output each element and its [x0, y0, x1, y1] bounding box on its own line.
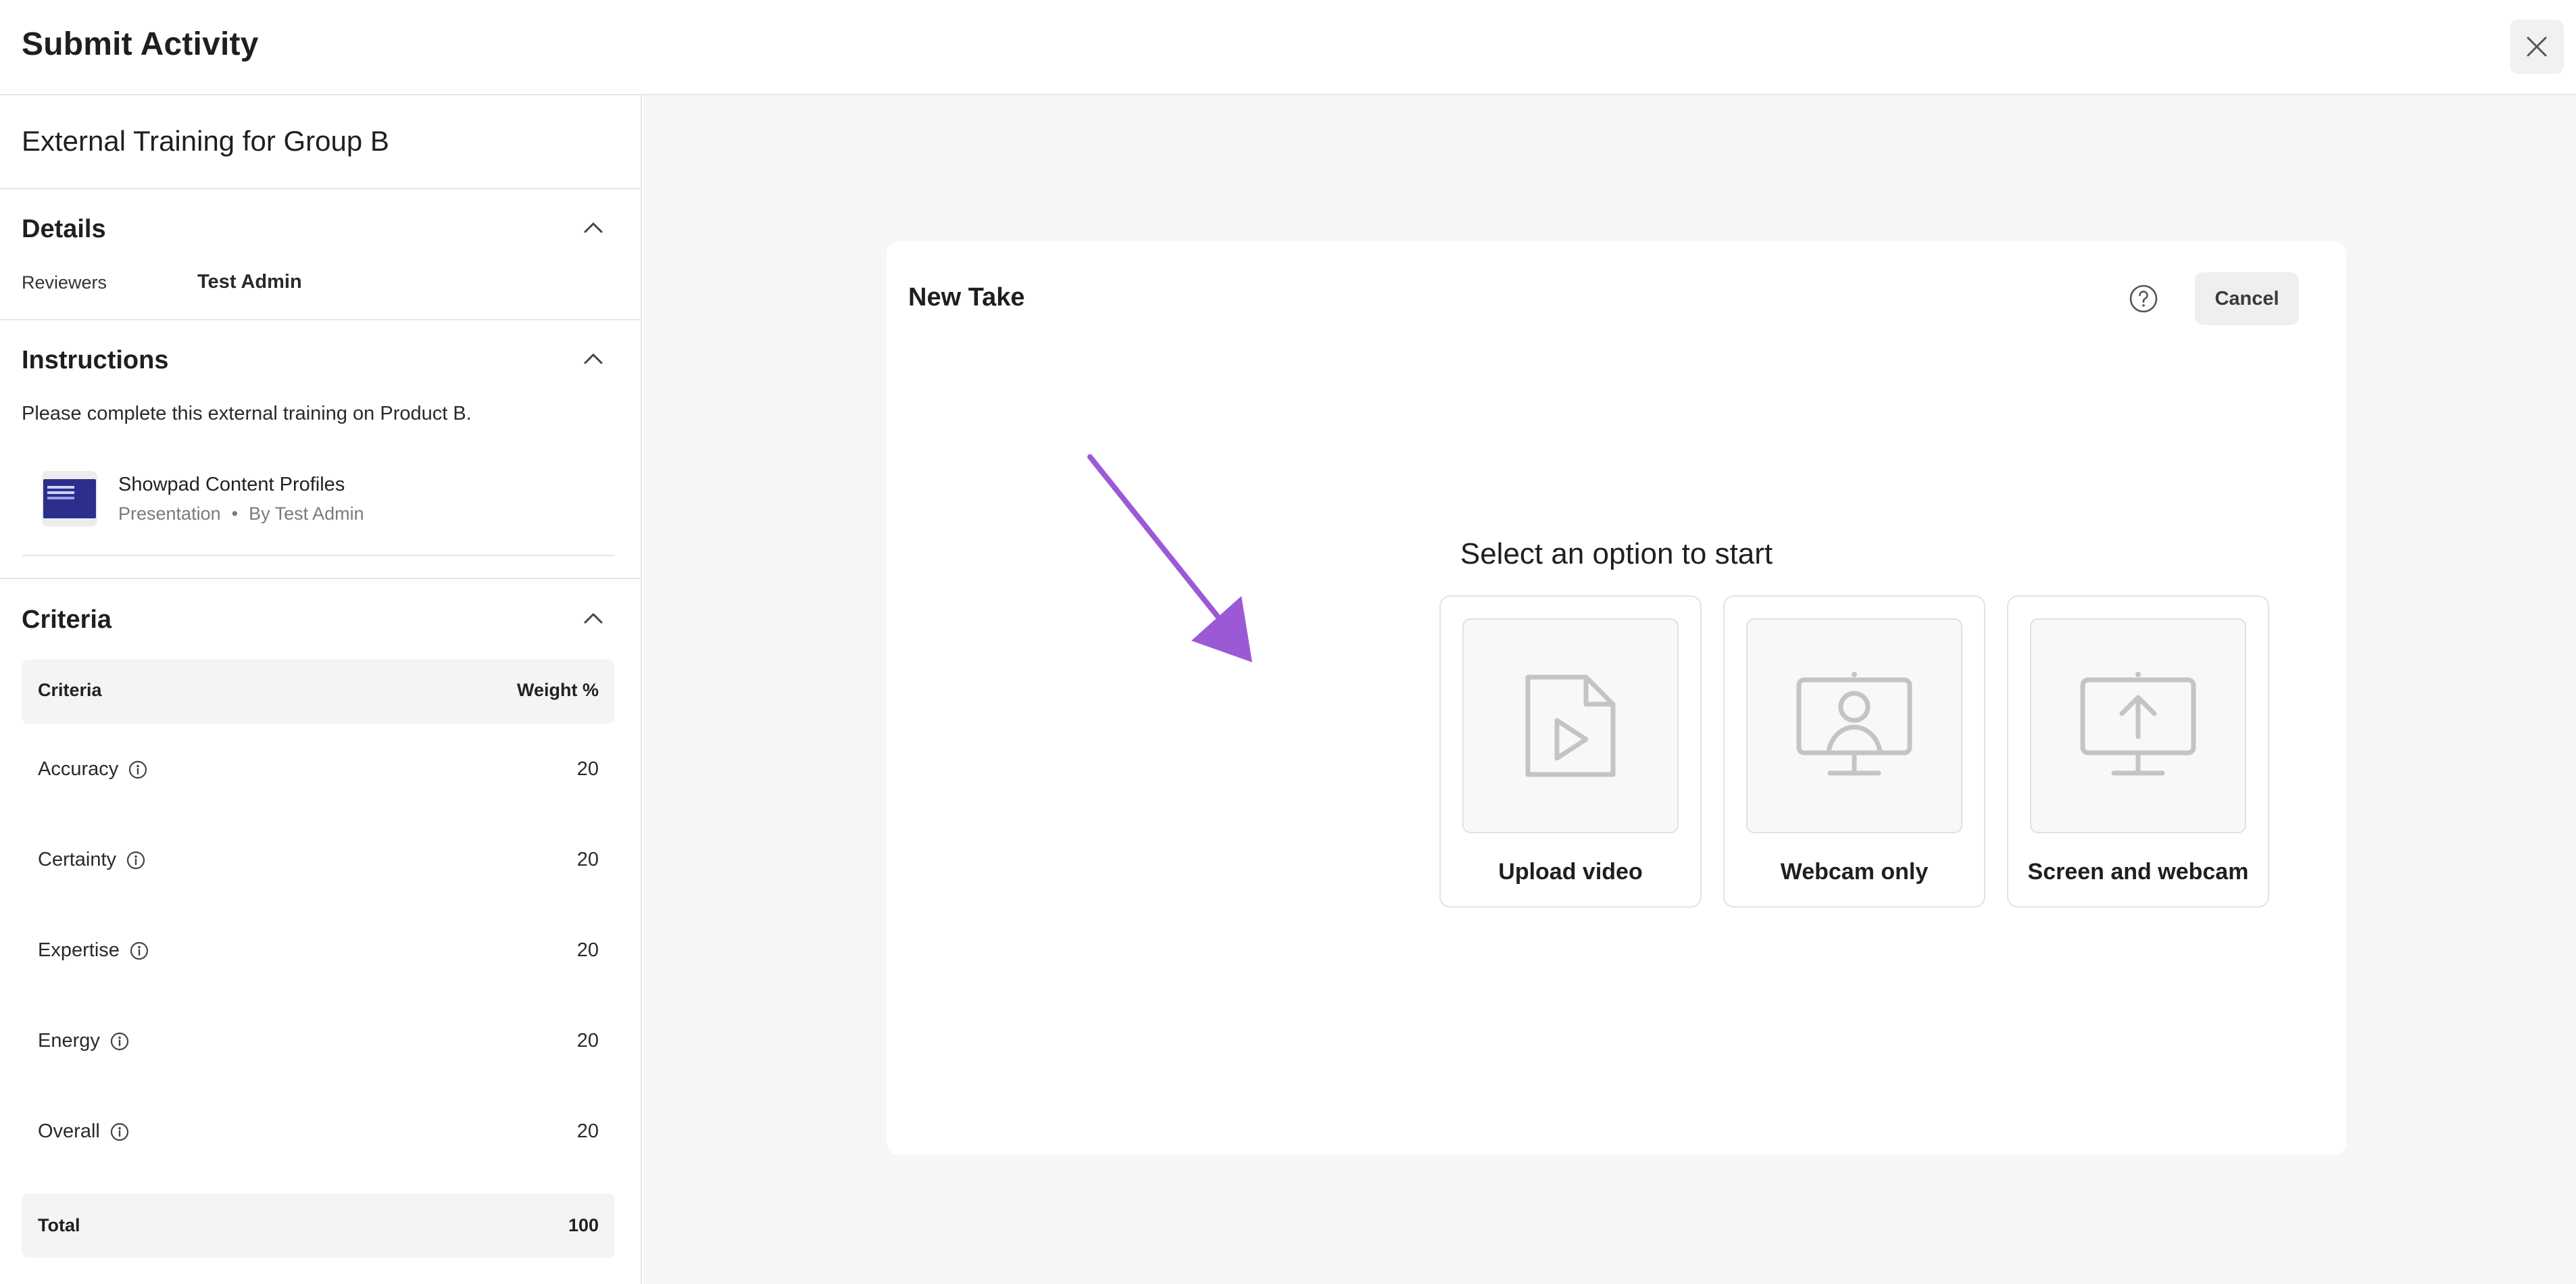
take-workspace: New Take Cancel Select an option to star…	[643, 95, 2576, 1284]
divider	[22, 555, 615, 556]
upload-video-option[interactable]: Upload video	[1439, 595, 1702, 908]
criteria-name: Certainty	[38, 849, 117, 870]
details-collapse-button[interactable]	[583, 217, 604, 239]
activity-name: External Training for Group B	[22, 125, 389, 157]
info-icon[interactable]	[129, 941, 149, 961]
reviewers-value: Test Admin	[197, 271, 302, 293]
cancel-button[interactable]: Cancel	[2195, 272, 2299, 325]
criteria-weight: 20	[576, 849, 599, 870]
info-icon[interactable]	[128, 760, 148, 780]
chevron-up-icon	[584, 353, 603, 364]
option-tile	[1746, 618, 1962, 833]
criteria-weight: 20	[576, 1030, 599, 1052]
option-label: Webcam only	[1780, 859, 1929, 885]
details-section-title: Details	[22, 215, 106, 243]
criteria-weight: 20	[576, 939, 599, 961]
criteria-name: Expertise	[38, 939, 120, 961]
chevron-up-icon	[584, 222, 603, 233]
activity-sidebar: External Training for Group B Details Re…	[0, 95, 642, 1284]
close-icon	[2527, 36, 2547, 57]
video-file-icon	[1525, 674, 1616, 777]
instructions-section-title: Instructions	[22, 346, 169, 374]
table-row: Overall 20	[22, 1103, 615, 1164]
top-header: Submit Activity	[0, 0, 2576, 95]
criteria-name: Accuracy	[38, 758, 119, 780]
criteria-section-title: Criteria	[22, 606, 112, 634]
content-thumbnail[interactable]	[42, 471, 97, 526]
criteria-collapse-button[interactable]	[583, 608, 604, 629]
column-header-weight: Weight %	[517, 680, 599, 700]
option-label: Screen and webcam	[2027, 859, 2249, 885]
info-icon[interactable]	[109, 1031, 130, 1052]
total-label: Total	[38, 1215, 80, 1235]
criteria-weight: 20	[576, 758, 599, 780]
option-tile	[1462, 618, 1679, 833]
column-header-criteria: Criteria	[38, 680, 102, 700]
table-row: Expertise 20	[22, 922, 615, 983]
webcam-monitor-icon	[1796, 672, 1912, 776]
new-take-card: New Take Cancel Select an option to star…	[887, 241, 2346, 1155]
help-button[interactable]	[2127, 282, 2160, 316]
divider	[0, 319, 641, 320]
close-button[interactable]	[2510, 20, 2564, 74]
content-title-link[interactable]: Showpad Content Profiles	[118, 474, 345, 496]
criteria-name: Overall	[38, 1120, 100, 1142]
new-take-title: New Take	[908, 283, 1025, 312]
criteria-name: Energy	[38, 1030, 100, 1052]
presentation-thumbnail-image	[43, 479, 96, 518]
info-icon[interactable]	[109, 1122, 130, 1142]
divider	[0, 188, 641, 189]
criteria-table-header: Criteria Weight %	[22, 660, 615, 724]
page-title: Submit Activity	[22, 26, 259, 62]
total-value: 100	[568, 1215, 599, 1235]
table-row: Energy 20	[22, 1012, 615, 1073]
divider	[0, 578, 641, 579]
reviewers-label: Reviewers	[22, 272, 107, 293]
help-icon	[2129, 285, 2158, 313]
criteria-total-row: Total 100	[22, 1193, 615, 1258]
option-label: Upload video	[1498, 859, 1643, 885]
option-tile	[2030, 618, 2246, 833]
webcam-only-option[interactable]: Webcam only	[1723, 595, 1985, 908]
info-icon[interactable]	[126, 850, 146, 870]
content-type: Presentation	[118, 503, 221, 524]
content-meta: Presentation • By Test Admin	[118, 503, 364, 524]
meta-separator: •	[231, 503, 239, 524]
screen-share-monitor-icon	[2080, 672, 2196, 776]
content-author: By Test Admin	[249, 503, 364, 524]
instructions-collapse-button[interactable]	[583, 348, 604, 370]
table-row: Certainty 20	[22, 831, 615, 892]
table-row: Accuracy 20	[22, 741, 615, 801]
criteria-weight: 20	[576, 1120, 599, 1142]
chevron-up-icon	[584, 613, 603, 624]
instructions-text: Please complete this external training o…	[22, 403, 472, 424]
select-option-prompt: Select an option to start	[1460, 537, 1773, 570]
screen-and-webcam-option[interactable]: Screen and webcam	[2007, 595, 2269, 908]
